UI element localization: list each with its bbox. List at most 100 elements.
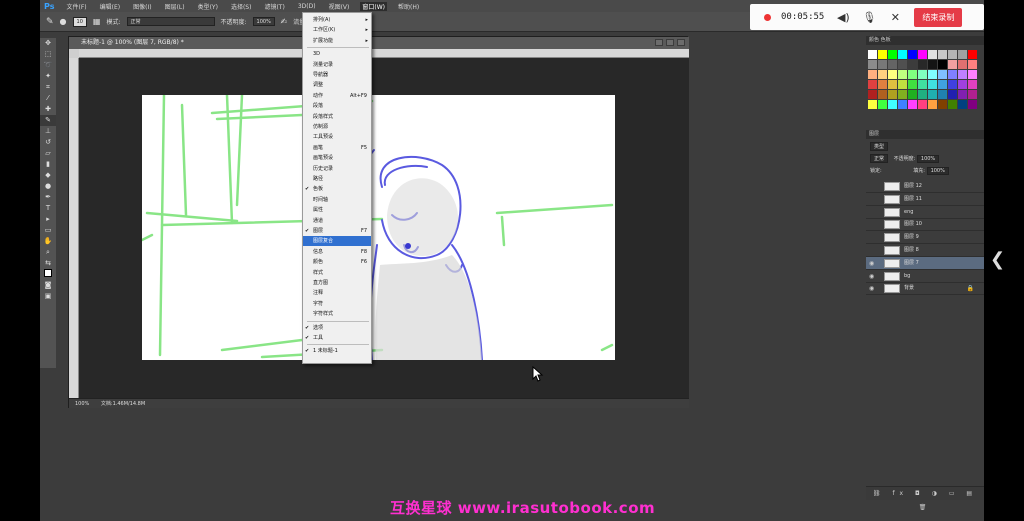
color-swatch[interactable] — [958, 100, 967, 109]
menu-help[interactable]: 帮助(H) — [396, 2, 421, 11]
canvas[interactable] — [142, 95, 615, 360]
color-swatch[interactable] — [868, 70, 877, 79]
screen-mode-icon[interactable]: ▣ — [40, 291, 56, 302]
menu-file[interactable]: 文件(F) — [64, 2, 88, 11]
color-swatch[interactable] — [878, 100, 887, 109]
doc-info[interactable]: 文档:1.46M/14.8M — [101, 401, 145, 407]
close-button[interactable] — [677, 39, 685, 46]
color-swatch[interactable] — [868, 50, 877, 59]
window-menu-item[interactable]: ✔ 色板 — [303, 184, 371, 194]
crop-tool-icon[interactable]: ⌗ — [40, 82, 56, 93]
color-swatch[interactable] — [918, 90, 927, 99]
eyedropper-icon[interactable]: ⁄ — [40, 93, 56, 104]
window-menu-item[interactable]: 扩展功能 ▸ — [303, 36, 371, 46]
color-swatch[interactable] — [938, 80, 947, 89]
color-swatch[interactable] — [958, 80, 967, 89]
pen-tool-icon[interactable]: ✒ — [40, 192, 56, 203]
pressure-opacity-icon[interactable]: ✍ — [281, 17, 288, 26]
layer-row[interactable]: eng — [866, 206, 984, 219]
healing-brush-icon[interactable]: ✚ — [40, 104, 56, 115]
layers-tab[interactable]: 图层 — [866, 130, 984, 139]
dodge-icon[interactable]: ● — [40, 181, 56, 192]
window-menu-item[interactable]: 测量记录 — [303, 60, 371, 70]
window-menu-item[interactable]: 注释 — [303, 288, 371, 298]
maximize-button[interactable] — [666, 39, 674, 46]
color-swatch[interactable] — [928, 70, 937, 79]
visibility-eye-icon[interactable]: ◉ — [869, 270, 877, 283]
color-swatch[interactable] — [888, 90, 897, 99]
speaker-icon[interactable]: ◀) — [836, 11, 850, 24]
swatches-tabs[interactable]: 颜色 色板 — [866, 36, 984, 45]
color-swatch[interactable] — [898, 100, 907, 109]
layer-row[interactable]: ◉ bg — [866, 270, 984, 283]
menu-edit[interactable]: 编辑(E) — [98, 2, 122, 11]
swap-colors-icon[interactable]: ⇆ — [40, 258, 56, 269]
ruler-horizontal[interactable] — [79, 49, 689, 58]
menu-image[interactable]: 图像(I) — [131, 2, 153, 11]
marquee-tool-icon[interactable]: ⬚ — [40, 49, 56, 60]
color-swatch[interactable] — [888, 50, 897, 59]
window-menu-item[interactable]: 颜色 F6 — [303, 257, 371, 267]
color-swatch[interactable] — [918, 80, 927, 89]
move-tool-icon[interactable]: ✥ — [40, 38, 56, 49]
window-menu-item[interactable]: 画笔 F5 — [303, 143, 371, 153]
window-menu-item[interactable]: 属性 — [303, 205, 371, 215]
window-menu-item[interactable]: ✔ 工具 — [303, 333, 371, 343]
window-menu-item[interactable]: 通道 — [303, 216, 371, 226]
menu-filter[interactable]: 滤镜(T) — [262, 2, 286, 11]
layer-row[interactable]: 图层 11 — [866, 193, 984, 206]
gradient-icon[interactable]: ▮ — [40, 159, 56, 170]
window-menu-item[interactable]: 画笔预设 — [303, 153, 371, 163]
color-swatch[interactable] — [948, 100, 957, 109]
layers-footer-icons[interactable]: ⛓ fx ◘ ◑ ▭ ▤ 🗑 — [866, 486, 984, 511]
window-menu-item[interactable]: 工具预设 — [303, 132, 371, 142]
visibility-eye-icon[interactable]: ◉ — [869, 257, 877, 270]
opacity-input[interactable]: 100% — [252, 17, 275, 26]
color-swatch[interactable] — [918, 70, 927, 79]
color-swatch[interactable] — [898, 80, 907, 89]
layer-row[interactable]: ◉ 图层 7 — [866, 256, 984, 270]
menu-view[interactable]: 视图(V) — [327, 2, 352, 11]
type-tool-icon[interactable]: T — [40, 203, 56, 214]
color-swatch[interactable] — [868, 90, 877, 99]
color-swatch[interactable] — [888, 70, 897, 79]
color-swatch[interactable] — [898, 90, 907, 99]
color-swatch[interactable] — [908, 80, 917, 89]
window-menu-item[interactable]: 路径 — [303, 174, 371, 184]
brush-tool-icon[interactable]: ✎ — [40, 115, 56, 126]
blur-icon[interactable]: ◆ — [40, 170, 56, 181]
window-menu-item[interactable]: 动作 Alt+F9 — [303, 91, 371, 101]
color-swatch[interactable] — [928, 100, 937, 109]
brush-preset-icon[interactable]: ● — [60, 17, 67, 26]
color-swatch[interactable] — [878, 90, 887, 99]
microphone-icon[interactable]: 🎙 — [862, 11, 876, 24]
color-swatch[interactable] — [878, 70, 887, 79]
layer-row[interactable]: 图层 8 — [866, 244, 984, 257]
visibility-eye-icon[interactable]: ◉ — [869, 282, 877, 295]
brush-tool-icon[interactable]: ✎ — [46, 17, 54, 27]
color-swatch[interactable] — [908, 90, 917, 99]
color-swatch[interactable] — [958, 70, 967, 79]
menu-3d[interactable]: 3D(D) — [296, 3, 318, 10]
color-swatch[interactable] — [908, 70, 917, 79]
color-swatches-icon[interactable] — [40, 269, 56, 280]
window-menu-item[interactable]: 字符 — [303, 299, 371, 309]
eraser-icon[interactable]: ▱ — [40, 148, 56, 159]
color-swatch[interactable] — [968, 100, 977, 109]
document-tab[interactable]: 未标题-1 @ 100% (图层 7, RGB/8) * — [69, 37, 689, 49]
color-swatch[interactable] — [888, 60, 897, 69]
color-swatch[interactable] — [938, 90, 947, 99]
canvas-area[interactable] — [79, 58, 689, 398]
color-swatch[interactable] — [878, 60, 887, 69]
shape-tool-icon[interactable]: ▭ — [40, 225, 56, 236]
window-menu-item[interactable]: 时间轴 — [303, 195, 371, 205]
color-swatch[interactable] — [948, 90, 957, 99]
layer-opacity-input[interactable]: 100% — [916, 155, 940, 163]
window-menu-item[interactable]: 字符样式 — [303, 309, 371, 319]
color-swatch[interactable] — [888, 80, 897, 89]
color-swatch[interactable] — [958, 50, 967, 59]
window-menu-item[interactable]: 直方图 — [303, 278, 371, 288]
color-swatch[interactable] — [878, 50, 887, 59]
color-swatch[interactable] — [928, 80, 937, 89]
color-swatch[interactable] — [878, 80, 887, 89]
